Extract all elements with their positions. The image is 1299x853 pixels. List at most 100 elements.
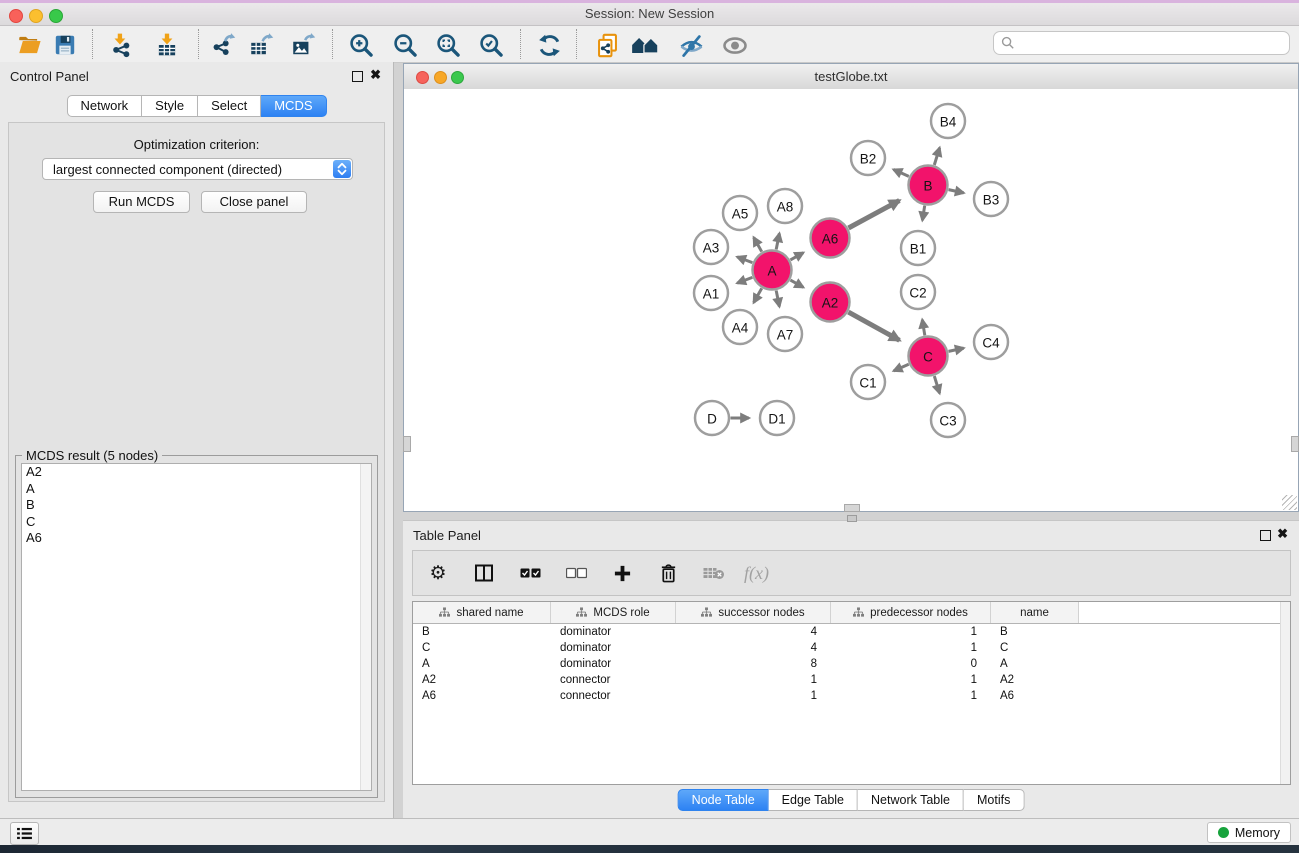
- graph-edge-C-C2[interactable]: [922, 320, 925, 336]
- graph-edge-C-C1[interactable]: [894, 364, 909, 371]
- graph-node-C1[interactable]: C1: [851, 365, 885, 399]
- graph-node-D[interactable]: D: [695, 401, 729, 435]
- result-item-b[interactable]: B: [22, 497, 371, 514]
- graph-node-A1[interactable]: A1: [694, 276, 728, 310]
- deselect-all-unchecked-icon[interactable]: [564, 560, 588, 586]
- window-resize-grip[interactable]: [1282, 495, 1297, 510]
- cell[interactable]: 1: [831, 626, 991, 638]
- zoom-fit-button[interactable]: [433, 30, 463, 60]
- delete-column-trash-icon[interactable]: [656, 560, 680, 586]
- result-list-scrollbar[interactable]: [360, 464, 371, 790]
- pane-divider-grabber[interactable]: [847, 515, 857, 522]
- zoom-selected-button[interactable]: [476, 30, 506, 60]
- select-all-checked-icon[interactable]: [518, 560, 542, 586]
- refresh-button[interactable]: [534, 30, 564, 60]
- graph-edge-A-A7[interactable]: [776, 291, 779, 307]
- close-table-panel-icon[interactable]: ✖: [1277, 526, 1288, 542]
- criterion-dropdown[interactable]: largest connected component (directed): [42, 158, 353, 180]
- column-header-name[interactable]: name: [991, 602, 1079, 623]
- memory-button[interactable]: Memory: [1207, 822, 1291, 843]
- column-header-shared-name[interactable]: shared name: [413, 602, 551, 623]
- graph-edge-A-A2[interactable]: [790, 280, 803, 287]
- table-row-a2[interactable]: A2connector11A2: [413, 672, 1290, 688]
- save-session-button[interactable]: [50, 30, 80, 60]
- graph-node-B1[interactable]: B1: [901, 231, 935, 265]
- table-row-a6[interactable]: A6connector11A6: [413, 688, 1290, 704]
- graph-node-C[interactable]: C: [909, 337, 948, 376]
- run-mcds-button[interactable]: Run MCDS: [93, 191, 190, 213]
- tab-network-table[interactable]: Network Table: [858, 789, 964, 811]
- cell[interactable]: 1: [676, 674, 831, 686]
- graph-edge-A-A4[interactable]: [754, 288, 762, 302]
- cell[interactable]: dominator: [551, 658, 676, 670]
- cell[interactable]: 1: [831, 690, 991, 702]
- graph-node-C3[interactable]: C3: [931, 403, 965, 437]
- graph-node-A5[interactable]: A5: [723, 196, 757, 230]
- graph-edge-C-C4[interactable]: [949, 348, 964, 351]
- cell[interactable]: dominator: [551, 626, 676, 638]
- home-button[interactable]: [630, 30, 660, 60]
- tab-select[interactable]: Select: [198, 95, 261, 117]
- mcds-result-list[interactable]: A2ABCA6: [21, 463, 372, 791]
- graph-node-A[interactable]: A: [753, 251, 792, 290]
- graph-node-C2[interactable]: C2: [901, 275, 935, 309]
- cell[interactable]: A6: [991, 690, 1079, 702]
- close-panel-button[interactable]: Close panel: [201, 191, 307, 213]
- column-header-predecessor-nodes[interactable]: predecessor nodes: [831, 602, 991, 623]
- graph-edge-A-A5[interactable]: [754, 237, 762, 251]
- tab-edge-table[interactable]: Edge Table: [769, 789, 858, 811]
- export-network-button[interactable]: [208, 30, 238, 60]
- cell[interactable]: A6: [413, 690, 551, 702]
- tab-network[interactable]: Network: [66, 95, 142, 117]
- graph-node-A3[interactable]: A3: [694, 230, 728, 264]
- delete-table-icon[interactable]: [702, 560, 726, 586]
- export-image-button[interactable]: [288, 30, 318, 60]
- graph-node-B4[interactable]: B4: [931, 104, 965, 138]
- zoom-out-button[interactable]: [390, 30, 420, 60]
- cell[interactable]: dominator: [551, 642, 676, 654]
- tab-style[interactable]: Style: [142, 95, 198, 117]
- cell[interactable]: A: [413, 658, 551, 670]
- hide-selected-button[interactable]: [676, 30, 706, 60]
- result-item-a6[interactable]: A6: [22, 530, 371, 547]
- cell[interactable]: B: [413, 626, 551, 638]
- cell[interactable]: 1: [831, 642, 991, 654]
- cell[interactable]: A: [991, 658, 1079, 670]
- graph-node-C4[interactable]: C4: [974, 325, 1008, 359]
- result-item-a[interactable]: A: [22, 481, 371, 498]
- column-split-icon[interactable]: [472, 560, 496, 586]
- table-row-a[interactable]: Adominator80A: [413, 656, 1290, 672]
- network-canvas[interactable]: B4B2BB3A8A5A6A3B1AA1C2A2A4A7C4CC1C3DD1: [404, 89, 1298, 511]
- cell[interactable]: A2: [413, 674, 551, 686]
- cell[interactable]: 0: [831, 658, 991, 670]
- window-edge-grabber[interactable]: [1291, 436, 1299, 452]
- graph-node-A7[interactable]: A7: [768, 317, 802, 351]
- add-column-icon[interactable]: [610, 560, 634, 586]
- tab-node-table[interactable]: Node Table: [678, 789, 769, 811]
- search-input[interactable]: [1020, 34, 1284, 52]
- graph-edge-C-C3[interactable]: [934, 376, 939, 393]
- cell[interactable]: connector: [551, 690, 676, 702]
- show-selected-button[interactable]: [720, 30, 750, 60]
- graph-node-B[interactable]: B: [909, 166, 948, 205]
- cell[interactable]: 4: [676, 642, 831, 654]
- graph-edge-B-B4[interactable]: [934, 148, 939, 165]
- float-panel-icon[interactable]: [352, 71, 363, 82]
- graph-edge-A-A1[interactable]: [737, 277, 752, 283]
- graph-node-D1[interactable]: D1: [760, 401, 794, 435]
- cell[interactable]: connector: [551, 674, 676, 686]
- graph-edge-A-A6[interactable]: [790, 253, 803, 260]
- task-history-button[interactable]: [10, 822, 39, 845]
- settings-gear-icon[interactable]: ⚙: [426, 560, 450, 586]
- graph-edge-B-B2[interactable]: [894, 170, 909, 177]
- cell[interactable]: A2: [991, 674, 1079, 686]
- graph-node-A4[interactable]: A4: [723, 310, 757, 344]
- float-table-panel-icon[interactable]: [1260, 530, 1271, 541]
- graph-edge-A6-B[interactable]: [849, 201, 900, 229]
- result-item-c[interactable]: C: [22, 514, 371, 531]
- graph-edge-B-B3[interactable]: [949, 190, 964, 193]
- graph-edge-A-A8[interactable]: [776, 233, 779, 249]
- table-row-c[interactable]: Cdominator41C: [413, 640, 1290, 656]
- graph-node-A2[interactable]: A2: [811, 283, 850, 322]
- cell[interactable]: C: [991, 642, 1079, 654]
